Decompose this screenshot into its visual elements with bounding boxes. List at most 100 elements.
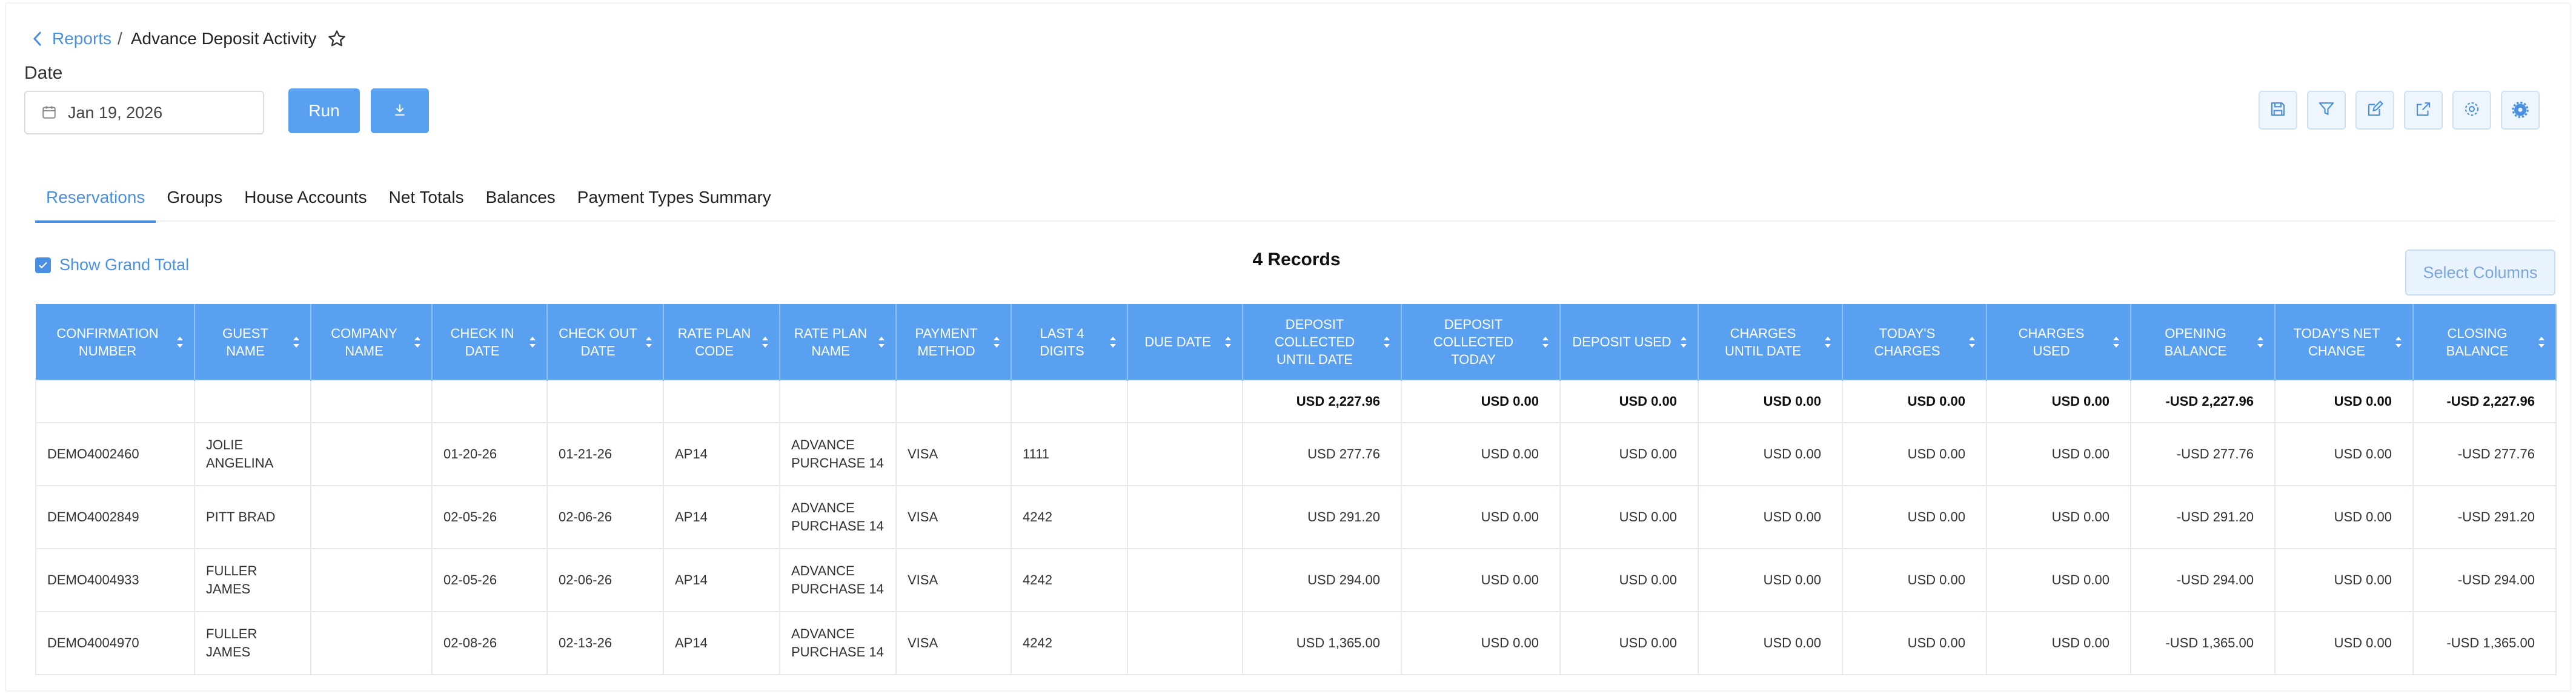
tab-balances[interactable]: Balances xyxy=(475,182,566,222)
table-cell: USD 277.76 xyxy=(1242,422,1402,486)
settings-button[interactable] xyxy=(2452,91,2491,130)
table-cell: -USD 291.20 xyxy=(2412,485,2557,549)
table-cell: 4242 xyxy=(1011,611,1128,675)
tab-groups[interactable]: Groups xyxy=(156,182,233,222)
table-cell: USD 0.00 xyxy=(1401,611,1561,675)
export-button[interactable] xyxy=(2404,91,2443,130)
sort-icon[interactable] xyxy=(2255,334,2266,350)
table-cell: FULLER JAMES xyxy=(194,548,311,612)
table-cell xyxy=(431,380,548,423)
column-header[interactable]: COMPANY NAME xyxy=(311,304,433,380)
column-header[interactable]: LAST 4 DIGITS xyxy=(1011,304,1128,380)
table-cell: ADVANCE PURCHASE 14 xyxy=(779,548,897,612)
table-cell xyxy=(1127,548,1243,612)
table-cell: USD 0.00 xyxy=(2274,611,2414,675)
table-cell: ADVANCE PURCHASE 14 xyxy=(779,485,897,549)
sort-icon[interactable] xyxy=(527,334,538,350)
sort-icon[interactable] xyxy=(1678,334,1689,350)
sort-icon[interactable] xyxy=(991,334,1002,350)
tab-reservations[interactable]: Reservations xyxy=(35,182,156,223)
sort-icon[interactable] xyxy=(2393,334,2404,350)
column-header[interactable]: CHECK IN DATE xyxy=(432,304,548,380)
column-header[interactable]: CLOSING BALANCE xyxy=(2413,304,2557,380)
save-button[interactable] xyxy=(2259,91,2297,130)
sort-icon[interactable] xyxy=(2536,334,2547,350)
gear-icon xyxy=(2463,100,2481,121)
chevron-left-icon[interactable] xyxy=(29,28,46,50)
table-cell: USD 0.00 xyxy=(1559,611,1699,675)
table-cell: 01-20-26 xyxy=(431,422,548,486)
sort-icon[interactable] xyxy=(1107,334,1118,350)
select-columns-button[interactable]: Select Columns xyxy=(2405,250,2555,296)
sort-icon[interactable] xyxy=(412,334,423,350)
table-cell: USD 0.00 xyxy=(1842,380,1987,423)
sort-icon[interactable] xyxy=(760,334,771,350)
date-picker-input[interactable]: Jan 19, 2026 xyxy=(24,91,264,134)
filter-button[interactable] xyxy=(2307,91,2346,130)
table-cell: USD 0.00 xyxy=(2274,548,2414,612)
column-header[interactable]: CHARGES USED xyxy=(1987,304,2131,380)
star-icon[interactable] xyxy=(327,28,348,49)
page-title: Advance Deposit Activity xyxy=(130,29,317,48)
column-header[interactable]: TODAY'S CHARGES xyxy=(1842,304,1987,380)
column-header[interactable]: DEPOSIT COLLECTED UNTIL DATE xyxy=(1243,304,1402,380)
table-cell: -USD 291.20 xyxy=(2130,485,2276,549)
table-cell: 02-06-26 xyxy=(546,548,664,612)
advanced-settings-button[interactable] xyxy=(2501,91,2540,130)
column-header[interactable]: RATE PLAN CODE xyxy=(663,304,780,380)
table-cell: PITT BRAD xyxy=(194,485,311,549)
show-grand-total-toggle[interactable]: Show Grand Total xyxy=(35,256,189,274)
column-header[interactable]: CHARGES UNTIL DATE xyxy=(1698,304,1843,380)
download-button[interactable] xyxy=(371,88,429,133)
column-header[interactable]: DEPOSIT USED xyxy=(1560,304,1699,380)
tab-net-totals[interactable]: Net Totals xyxy=(378,182,475,222)
column-header[interactable]: TODAY'S NET CHANGE xyxy=(2275,304,2414,380)
sort-icon[interactable] xyxy=(2111,334,2122,350)
save-icon xyxy=(2269,100,2287,121)
sort-icon[interactable] xyxy=(1822,334,1833,350)
sort-icon[interactable] xyxy=(1381,334,1392,350)
sort-icon[interactable] xyxy=(291,334,302,350)
column-header[interactable]: DEPOSIT COLLECTED TODAY xyxy=(1401,304,1561,380)
table-cell: USD 0.00 xyxy=(1842,611,1987,675)
table-cell: AP14 xyxy=(663,548,780,612)
edit-button[interactable] xyxy=(2355,91,2394,130)
sort-icon[interactable] xyxy=(876,334,887,350)
tab-payment-types-summary[interactable]: Payment Types Summary xyxy=(566,182,782,222)
table-cell: ADVANCE PURCHASE 14 xyxy=(779,611,897,675)
column-header[interactable]: CHECK OUT DATE xyxy=(547,304,664,380)
table-cell: USD 0.00 xyxy=(1401,422,1561,486)
sort-icon[interactable] xyxy=(1540,334,1551,350)
sort-icon[interactable] xyxy=(174,334,185,350)
filter-icon xyxy=(2317,100,2335,121)
table-cell: USD 1,365.00 xyxy=(1242,611,1402,675)
table-cell: 02-05-26 xyxy=(431,548,548,612)
calendar-icon xyxy=(41,104,58,121)
run-button[interactable]: Run xyxy=(288,88,360,133)
breadcrumb-reports-link[interactable]: Reports xyxy=(52,29,111,48)
sort-icon[interactable] xyxy=(643,334,654,350)
column-header[interactable]: OPENING BALANCE xyxy=(2131,304,2276,380)
report-tabs: Reservations Groups House Accounts Net T… xyxy=(35,182,2555,223)
external-link-icon xyxy=(2414,100,2432,121)
table-cell xyxy=(310,548,433,612)
column-header[interactable]: CONFIRMATION NUMBER xyxy=(36,304,195,380)
table-cell: USD 0.00 xyxy=(1842,422,1987,486)
column-header[interactable]: DUE DATE xyxy=(1127,304,1243,380)
table-cell: DEMO4002849 xyxy=(35,485,195,549)
column-header-label: RATE PLAN CODE xyxy=(677,325,751,359)
column-header[interactable]: PAYMENT METHOD xyxy=(896,304,1012,380)
column-header[interactable]: GUEST NAME xyxy=(194,304,311,380)
table-cell xyxy=(1011,380,1128,423)
sort-icon[interactable] xyxy=(1967,334,1977,350)
table-cell: -USD 277.76 xyxy=(2130,422,2276,486)
column-header[interactable]: RATE PLAN NAME xyxy=(780,304,897,380)
table-cell: USD 0.00 xyxy=(1698,611,1843,675)
column-header-label: CHARGES UNTIL DATE xyxy=(1725,325,1801,359)
sort-icon[interactable] xyxy=(1223,334,1233,350)
checkbox-checked-icon[interactable] xyxy=(35,257,51,273)
table-cell: USD 0.00 xyxy=(1698,485,1843,549)
table-cell: USD 0.00 xyxy=(2274,485,2414,549)
tab-house-accounts[interactable]: House Accounts xyxy=(233,182,377,222)
table-cell: 1111 xyxy=(1011,422,1128,486)
